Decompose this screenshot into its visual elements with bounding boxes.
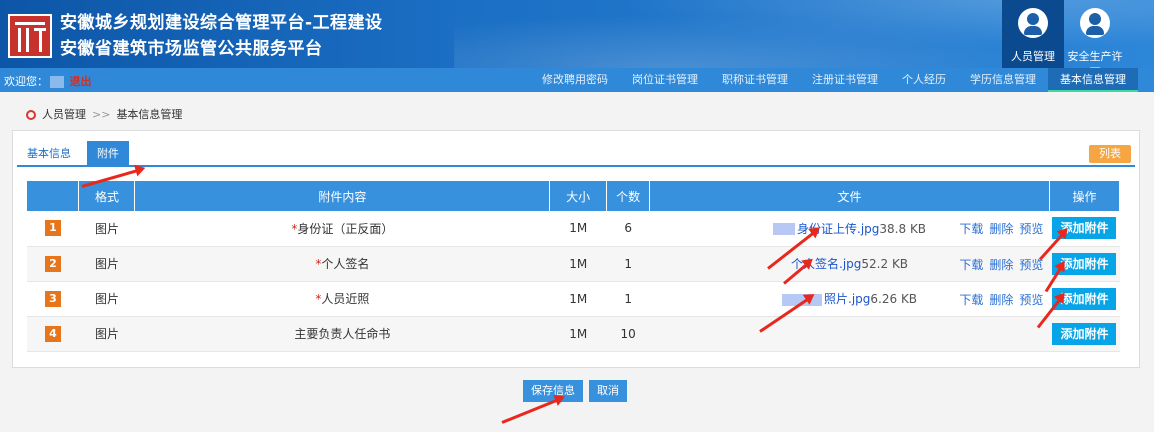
top-menu: 修改聘用密码 岗位证书管理 职称证书管理 注册证书管理 个人经历 学历信息管理 … xyxy=(530,68,1138,92)
tab-attachments[interactable]: 附件 xyxy=(87,141,129,167)
row-index-badge: 3 xyxy=(44,290,61,307)
menu-item-post-certificate[interactable]: 岗位证书管理 xyxy=(620,68,710,92)
table-header-row: 格式 附件内容 大小 个数 文件 操作 xyxy=(27,181,1121,211)
row-format: 图片 xyxy=(78,246,135,282)
platform-title-line1: 安徽城乡规划建设综合管理平台-工程建设 xyxy=(60,13,383,33)
row-count: 10 xyxy=(606,316,650,352)
tab-basic-info[interactable]: 基本信息 xyxy=(17,141,81,167)
row-index-cell: 4 xyxy=(27,316,79,352)
preview-link[interactable]: 预览 xyxy=(1019,222,1043,236)
welcome-text: 欢迎您： 退出 xyxy=(4,73,92,89)
download-link[interactable]: 下载 xyxy=(959,222,983,236)
row-format: 图片 xyxy=(78,281,135,317)
row-index-cell: 1 xyxy=(27,211,79,247)
col-count: 个数 xyxy=(606,181,651,211)
col-file: 文件 xyxy=(649,181,1050,211)
col-content: 附件内容 xyxy=(134,181,551,211)
row-size: 1M xyxy=(549,211,607,247)
menu-item-title-certificate[interactable]: 职称证书管理 xyxy=(710,68,800,92)
row-file: 身份证上传.jpg38.8 KB 下载 删除 预览 xyxy=(649,211,1050,247)
welcome-label: 欢迎您： xyxy=(4,75,48,88)
download-link[interactable]: 下载 xyxy=(959,258,983,272)
download-link[interactable]: 下载 xyxy=(959,293,983,307)
nav-personnel-management[interactable]: 人员管理 xyxy=(1002,0,1064,68)
row-size: 1M xyxy=(549,281,607,317)
breadcrumb-separator: >> xyxy=(92,108,111,121)
delete-link[interactable]: 删除 xyxy=(989,293,1013,307)
list-button[interactable]: 列表 xyxy=(1089,145,1131,163)
row-actions: 添加附件 xyxy=(1049,316,1120,352)
table-row: 2 图片 *个人签名 1M 1 个人签名.jpg52.2 KB 下载 删除 预览 添… xyxy=(27,246,1120,282)
user-icon xyxy=(1018,8,1048,38)
content-panel: 基本信息 附件 列表 格式 附件内容 大小 个数 文件 操作 1 图片 *身份证… xyxy=(12,130,1140,368)
preview-link[interactable]: 预览 xyxy=(1019,293,1043,307)
file-link[interactable]: 照片.jpg xyxy=(824,292,870,306)
breadcrumb-current: 基本信息管理 xyxy=(116,108,183,121)
tab-bar: 基本信息 附件 xyxy=(17,139,1135,167)
row-content-text: 个人签名 xyxy=(321,257,370,271)
menu-bar: 欢迎您： 退出 修改聘用密码 岗位证书管理 职称证书管理 注册证书管理 个人经历… xyxy=(0,68,1154,92)
row-index-cell: 2 xyxy=(27,246,79,282)
breadcrumb-root[interactable]: 人员管理 xyxy=(42,108,86,121)
row-index-badge: 4 xyxy=(44,325,61,342)
menu-item-education[interactable]: 学历信息管理 xyxy=(958,68,1048,92)
row-content-text: 人员近照 xyxy=(321,292,370,306)
filename-redacted xyxy=(773,223,796,236)
save-button[interactable]: 保存信息 xyxy=(523,380,583,402)
col-index xyxy=(27,181,80,211)
delete-link[interactable]: 删除 xyxy=(989,222,1013,236)
app-header: 安徽城乡规划建设综合管理平台-工程建设 安徽省建筑市场监管公共服务平台 人员管理… xyxy=(0,0,1154,68)
row-count: 1 xyxy=(606,281,650,317)
row-index-badge: 1 xyxy=(44,220,61,237)
file-size: 52.2 KB xyxy=(861,257,909,271)
row-count: 6 xyxy=(606,211,650,247)
row-size: 1M xyxy=(549,246,607,282)
breadcrumb: 人员管理 >> 基本信息管理 xyxy=(26,106,182,122)
platform-title-line2: 安徽省建筑市场监管公共服务平台 xyxy=(60,39,323,59)
add-attachment-button[interactable]: 添加附件 xyxy=(1052,322,1117,345)
platform-logo xyxy=(8,14,52,58)
row-file xyxy=(649,316,1050,352)
nav-safety-license[interactable]: 安全生产许可 xyxy=(1064,0,1126,68)
row-file: 照片.jpg6.26 KB 下载 删除 预览 xyxy=(649,281,1050,317)
file-size: 38.8 KB xyxy=(879,221,927,236)
table-row: 1 图片 *身份证（正反面） 1M 6 身份证上传.jpg38.8 KB 下载删… xyxy=(27,211,1120,247)
col-size: 大小 xyxy=(549,181,608,211)
row-content: *个人签名 xyxy=(134,246,550,282)
cancel-button[interactable]: 取消 xyxy=(589,380,627,402)
menu-item-personal-experience[interactable]: 个人经历 xyxy=(890,68,958,92)
row-content: *人员近照 xyxy=(134,281,550,317)
attachments-table: 格式 附件内容 大小 个数 文件 操作 1 图片 *身份证（正反面） 1M 6 … xyxy=(27,181,1121,352)
col-actions: 操作 xyxy=(1049,181,1121,211)
row-format: 图片 xyxy=(78,316,135,352)
row-content-text: 身份证（正反面） xyxy=(297,221,394,236)
row-count: 1 xyxy=(606,246,650,282)
username-redacted xyxy=(50,76,64,88)
row-size: 1M xyxy=(549,316,607,352)
menu-item-registration-certificate[interactable]: 注册证书管理 xyxy=(800,68,890,92)
row-file: 个人签名.jpg52.2 KB 下载 删除 预览 xyxy=(649,246,1050,282)
menu-item-change-password[interactable]: 修改聘用密码 xyxy=(530,68,620,92)
row-format: 图片 xyxy=(78,211,135,247)
table-row: 4 图片 主要负责人任命书 1M 10 添加附件 xyxy=(27,316,1120,352)
file-size: 6.26 KB xyxy=(870,292,918,306)
location-icon xyxy=(26,110,36,120)
menu-item-basic-info[interactable]: 基本信息管理 xyxy=(1048,68,1138,92)
nav-label: 安全生产许可 xyxy=(1067,50,1123,68)
user-icon xyxy=(1080,8,1110,38)
row-content: *身份证（正反面） xyxy=(134,211,550,247)
row-index-badge: 2 xyxy=(44,255,61,272)
row-content-text: 主要负责人任命书 xyxy=(294,327,391,341)
logout-link[interactable]: 退出 xyxy=(70,75,92,88)
row-content: 主要负责人任命书 xyxy=(134,316,550,352)
delete-link[interactable]: 删除 xyxy=(989,258,1013,272)
row-index-cell: 3 xyxy=(27,281,79,317)
table-row: 3 图片 *人员近照 1M 1 照片.jpg6.26 KB 下载 删除 预览 添加附… xyxy=(27,281,1120,317)
nav-label: 人员管理 xyxy=(1011,50,1055,63)
